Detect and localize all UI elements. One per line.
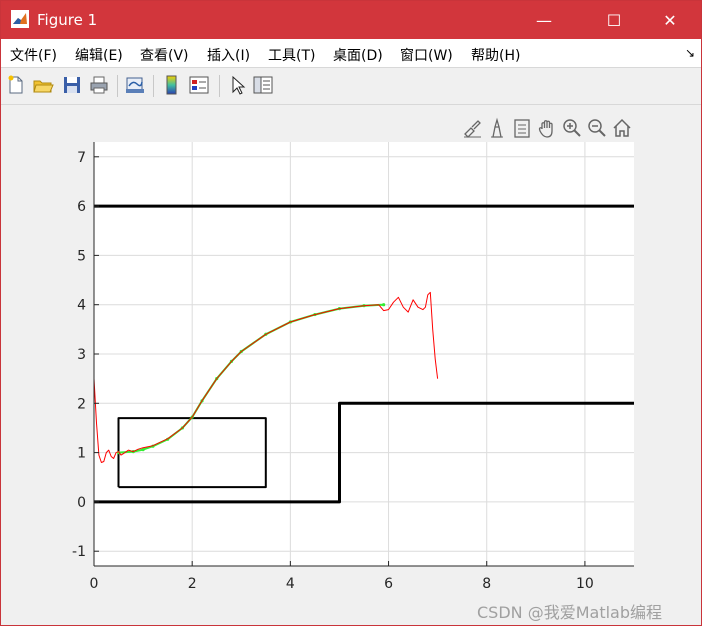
- y-tick-label: 7: [77, 150, 86, 166]
- figure-window: Figure 1 — ☐ ✕ 文件(F) 编辑(E) 查看(V) 插入(I) 工…: [0, 0, 702, 626]
- x-tick-label: 2: [188, 576, 197, 592]
- y-tick-label: 1: [77, 446, 86, 462]
- x-tick-label: 4: [286, 576, 295, 592]
- x-tick-label: 0: [90, 576, 99, 592]
- watermark-text: CSDN @我爱Matlab编程: [477, 603, 662, 622]
- y-tick-label: 0: [77, 495, 86, 511]
- x-tick-label: 8: [482, 576, 491, 592]
- y-tick-label: -1: [72, 544, 86, 560]
- y-tick-label: 3: [77, 347, 86, 363]
- plot-area[interactable]: 0 2 4 6 8 10-101234567: [1, 1, 701, 625]
- x-tick-label: 10: [576, 576, 594, 592]
- x-tick-label: 6: [384, 576, 393, 592]
- y-tick-label: 2: [77, 396, 86, 412]
- y-tick-label: 4: [77, 298, 86, 314]
- reference-point: [382, 303, 386, 307]
- y-tick-label: 6: [77, 199, 86, 215]
- y-tick-label: 5: [77, 248, 86, 264]
